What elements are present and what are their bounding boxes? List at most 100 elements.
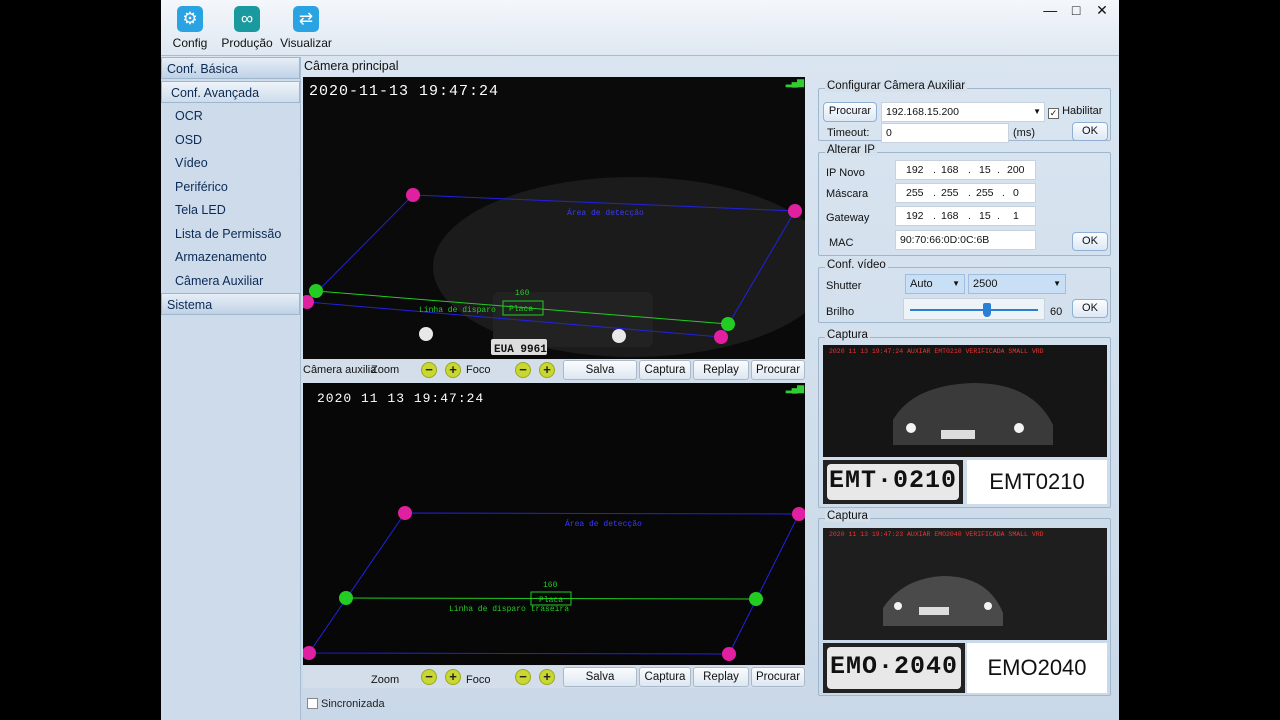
- sidebar-sistema[interactable]: Sistema: [161, 293, 300, 315]
- zoom-out-button[interactable]: −: [421, 669, 437, 685]
- habilitar-label: Habilitar: [1062, 105, 1103, 117]
- aux-ok-button[interactable]: OK: [1072, 122, 1108, 141]
- ip-octet: 168: [941, 164, 959, 176]
- app-window: ⚙ Config ∞ Produção ⇄ Visualizar — □ ✕ C…: [161, 0, 1119, 720]
- zone-handle[interactable]: [714, 330, 728, 344]
- sidebar-item-lista-permissao[interactable]: Lista de Permissão: [161, 223, 300, 247]
- plate-image-1: EMT·0210: [823, 460, 963, 504]
- timeout-label: Timeout:: [827, 127, 870, 139]
- capture-image-2[interactable]: 2020 11 13 19:47:23 AUXIAR EMO2040 VERIF…: [823, 528, 1107, 640]
- checkbox-box[interactable]: [307, 698, 318, 709]
- cam1-line-label: Linha de disparo: [419, 306, 496, 315]
- sidebar-item-periferico[interactable]: Periférico: [161, 176, 300, 200]
- replay-button[interactable]: Replay: [693, 360, 749, 380]
- procurar-button[interactable]: Procurar: [751, 667, 805, 687]
- salva-button[interactable]: Salva: [563, 667, 637, 687]
- gear-icon: ⚙: [177, 6, 203, 32]
- shutter-value-select[interactable]: 2500 ▼: [968, 274, 1066, 294]
- ip-octet: 1: [1013, 210, 1019, 222]
- video-title: Conf. vídeo: [825, 259, 888, 271]
- sidebar-item-tela-led[interactable]: Tela LED: [161, 199, 300, 223]
- brilho-value: 60: [1050, 306, 1063, 318]
- zoom-label: Zoom: [371, 674, 400, 686]
- shutter-mode-select[interactable]: Auto ▼: [905, 274, 965, 294]
- close-button[interactable]: ✕: [1091, 2, 1113, 19]
- capture-image-1[interactable]: 2020 11 13 19:47:24 AUXIAR EMT0210 VERIF…: [823, 345, 1107, 457]
- cam1-width-label: 160: [515, 289, 530, 298]
- sidebar-item-osd[interactable]: OSD: [161, 129, 300, 153]
- alterar-ip-group: Alterar IP IP Novo 192. 168. 15. 200 Más…: [818, 144, 1111, 256]
- minimize-button[interactable]: —: [1039, 2, 1061, 18]
- gateway-input[interactable]: 192. 168. 15. 1: [895, 206, 1036, 226]
- maximize-button[interactable]: □: [1065, 2, 1087, 18]
- cam2-timestamp: 2020 11 13 19:47:24: [317, 391, 485, 406]
- focus-plus-button[interactable]: +: [539, 362, 555, 378]
- capture-title-2: Captura: [825, 510, 870, 522]
- habilitar-checkbox[interactable]: ✓ Habilitar: [1048, 105, 1102, 119]
- trigger-handle[interactable]: [749, 592, 763, 606]
- aux-camera-group: Configurar Câmera Auxiliar Procurar 192.…: [818, 80, 1111, 143]
- plate-crop-text-2: EMO·2040: [827, 647, 961, 689]
- main-camera-view[interactable]: Área de detecção Linha de disparo Placa …: [303, 77, 805, 359]
- sidebar-item-armazenamento[interactable]: Armazenamento: [161, 246, 300, 270]
- sidebar-item-ocr[interactable]: OCR: [161, 105, 300, 129]
- aux-camera-view[interactable]: Área de detecção Linha de disparo trasei…: [303, 383, 805, 665]
- sidebar-conf-avancada[interactable]: Conf. Avançada: [161, 81, 300, 103]
- right-panel: Configurar Câmera Auxiliar Procurar 192.…: [816, 77, 1114, 717]
- cam2-line-label: Linha de disparo traseira: [449, 605, 569, 614]
- focus-minus-button[interactable]: −: [515, 669, 531, 685]
- ip-octet: 192: [906, 164, 924, 176]
- trigger-handle[interactable]: [339, 591, 353, 605]
- captura-button[interactable]: Captura: [639, 667, 691, 687]
- trigger-handle[interactable]: [309, 284, 323, 298]
- focus-plus-button[interactable]: +: [539, 669, 555, 685]
- zone-handle[interactable]: [722, 647, 736, 661]
- procurar-button[interactable]: Procurar: [751, 360, 805, 380]
- replay-button[interactable]: Replay: [693, 667, 749, 687]
- sync-checkbox[interactable]: Sincronizada: [307, 698, 385, 710]
- infinity-icon: ∞: [234, 6, 260, 32]
- ip-octet: 15: [979, 210, 991, 222]
- capture-scene-2: [823, 528, 1107, 640]
- zoom-label: Zoom: [371, 364, 400, 376]
- capture-group-1: Captura 2020 11 13 19:47:24 AUXIAR EMT02…: [818, 329, 1111, 508]
- chevron-down-icon: ▼: [1053, 279, 1061, 288]
- ip-octet: 0: [1013, 187, 1019, 199]
- trigger-handle[interactable]: [721, 317, 735, 331]
- focus-minus-button[interactable]: −: [515, 362, 531, 378]
- zone-handle[interactable]: [788, 204, 802, 218]
- video-ok-button[interactable]: OK: [1072, 299, 1108, 318]
- procurar-aux-button[interactable]: Procurar: [823, 102, 877, 122]
- salva-button[interactable]: Salva: [563, 360, 637, 380]
- zoom-in-button[interactable]: +: [445, 669, 461, 685]
- cam2-width-label: 160: [543, 581, 558, 590]
- sidebar-conf-basica[interactable]: Conf. Básica: [161, 57, 300, 79]
- aux-ip-select[interactable]: 192.168.15.200 ▼: [881, 102, 1045, 122]
- cam1-controls: Câmera auxilia Zoom − + Foco − + Salva C…: [303, 359, 805, 381]
- video-group: Conf. vídeo Shutter Auto ▼ 2500 ▼ Brilho…: [818, 259, 1111, 323]
- aux-camera-title: Configurar Câmera Auxiliar: [825, 80, 968, 92]
- timeout-input[interactable]: 0: [881, 123, 1009, 143]
- aux-camera-label: Câmera auxilia: [303, 364, 377, 376]
- mascara-label: Máscara: [826, 188, 869, 200]
- chevron-down-icon: ▼: [1033, 107, 1041, 116]
- zoom-out-button[interactable]: −: [421, 362, 437, 378]
- ip-novo-input[interactable]: 192. 168. 15. 200: [895, 160, 1036, 180]
- ip-octet: 255: [941, 187, 959, 199]
- sidebar-item-video[interactable]: Vídeo: [161, 152, 300, 176]
- producao-button[interactable]: ∞ Produção: [219, 4, 275, 54]
- zoom-in-button[interactable]: +: [445, 362, 461, 378]
- cam1-plate-box-label: Placa: [509, 305, 533, 314]
- config-button[interactable]: ⚙ Config: [162, 4, 218, 54]
- signal-icon: ▂▄▆: [785, 77, 804, 87]
- slider-thumb[interactable]: [983, 303, 992, 317]
- zone-handle[interactable]: [406, 188, 420, 202]
- alterar-ip-ok-button[interactable]: OK: [1072, 232, 1108, 251]
- zone-handle[interactable]: [398, 506, 412, 520]
- brilho-slider[interactable]: [903, 298, 1045, 320]
- captura-button[interactable]: Captura: [639, 360, 691, 380]
- mascara-input[interactable]: 255. 255. 255. 0: [895, 183, 1036, 203]
- mac-input[interactable]: 90:70:66:0D:0C:6B: [895, 230, 1036, 250]
- sidebar-item-camera-auxiliar[interactable]: Câmera Auxiliar: [161, 270, 300, 294]
- visualizar-button[interactable]: ⇄ Visualizar: [278, 4, 334, 54]
